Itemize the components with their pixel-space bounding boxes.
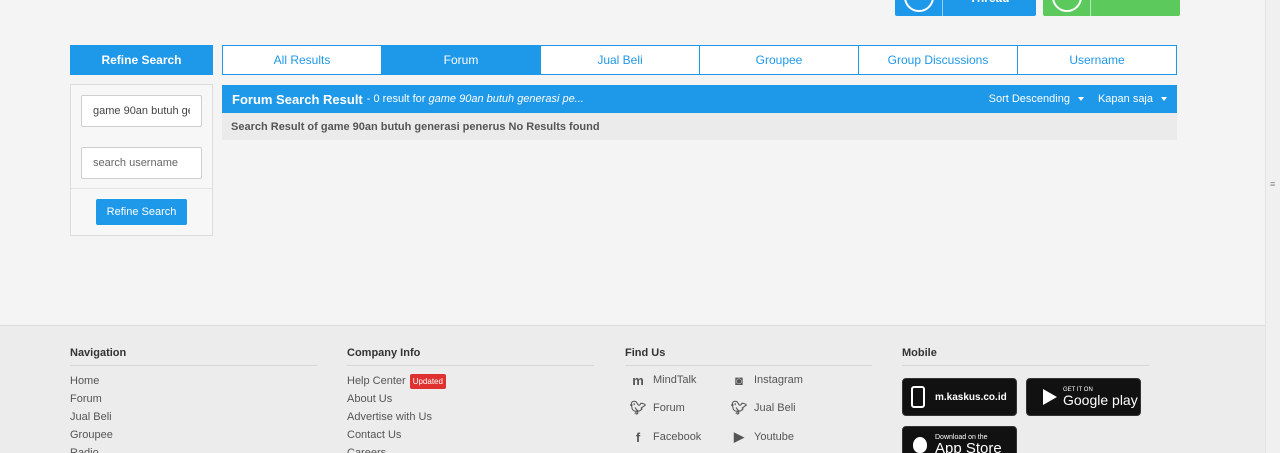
grip-icon: ≡ <box>1270 179 1276 189</box>
pencil-icon <box>895 0 943 16</box>
footer-link-contact-us[interactable]: Contact Us <box>347 426 594 444</box>
time-dropdown[interactable]: Kapan saja <box>1098 93 1167 105</box>
footer-company-title: Company Info <box>347 347 594 366</box>
tab-forum[interactable]: Forum <box>382 46 541 74</box>
tab-jual-beli[interactable]: Jual Beli <box>541 46 700 74</box>
facebook-icon: f <box>635 429 641 445</box>
result-query: game 90an butuh generasi pe... <box>428 93 584 105</box>
footer-link-careers[interactable]: Careers <box>347 444 594 453</box>
result-title: Forum Search Result <box>232 91 363 107</box>
social-twitter-jual-beli[interactable]: 🐦︎ Jual Beli <box>730 400 796 416</box>
updated-badge: Updated <box>409 373 446 389</box>
social-instagram[interactable]: ◙ Instagram <box>730 372 803 388</box>
play-store-icon <box>1043 389 1057 405</box>
footer-mobile-title: Mobile <box>902 347 1149 366</box>
tab-all-results[interactable]: All Results <box>223 46 382 74</box>
sort-dropdown[interactable]: Sort Descending <box>989 93 1084 105</box>
footer-link-advertise[interactable]: Advertise with Us <box>347 408 594 426</box>
search-query-input[interactable] <box>81 95 202 127</box>
footer-navigation: Navigation Home Forum Jual Beli Groupee … <box>70 347 317 453</box>
footer-navigation-title: Navigation <box>70 347 317 366</box>
instagram-icon: ◙ <box>735 372 743 388</box>
twitter-icon: 🐦︎ <box>730 400 748 415</box>
refine-search-button[interactable]: Refine Search <box>96 199 187 225</box>
twitter-icon: 🐦︎ <box>629 400 647 415</box>
footer-find-us: Find Us m MindTalk ◙ Instagram 🐦︎ Forum 🐦︎ J… <box>625 347 872 453</box>
result-header: Forum Search Result - 0 result for game … <box>222 85 1177 113</box>
tab-groupee[interactable]: Groupee <box>700 46 859 74</box>
social-twitter-forum[interactable]: 🐦︎ Forum <box>629 400 685 416</box>
footer-find-us-title: Find Us <box>625 347 872 366</box>
no-results-message: Search Result of game 90an butuh generas… <box>222 113 1177 140</box>
create-thread-button[interactable]: Thread <box>895 0 1036 16</box>
create-thread-label: Thread <box>943 0 1036 16</box>
footer-link-radio[interactable]: Radio <box>70 444 317 453</box>
footer: Navigation Home Forum Jual Beli Groupee … <box>0 325 1265 453</box>
search-tabs: All Results Forum Jual Beli Groupee Grou… <box>222 45 1177 75</box>
scrollbar[interactable]: ≡ <box>1265 0 1280 453</box>
social-youtube[interactable]: ▶ Youtube <box>730 429 794 445</box>
apple-icon <box>913 437 927 453</box>
footer-link-help-center[interactable]: Help Center Updated <box>347 372 594 390</box>
mkaskus-button[interactable]: m.kaskus.co.id <box>902 378 1017 416</box>
green-action-label <box>1091 0 1180 16</box>
social-facebook[interactable]: f Facebook <box>629 429 701 445</box>
tab-username[interactable]: Username <box>1018 46 1176 74</box>
youtube-icon: ▶ <box>734 429 744 444</box>
google-play-button[interactable]: GET IT ON Google play <box>1026 378 1141 416</box>
refine-search-panel: Refine Search <box>70 84 213 236</box>
refine-search-header: Refine Search <box>70 45 213 75</box>
footer-link-home[interactable]: Home <box>70 372 317 390</box>
social-mindtalk[interactable]: m MindTalk <box>629 372 696 388</box>
divider <box>71 188 212 189</box>
phone-icon <box>911 386 925 408</box>
footer-company: Company Info Help Center Updated About Us… <box>347 347 594 453</box>
chevron-down-icon <box>1077 97 1084 102</box>
footer-link-about-us[interactable]: About Us <box>347 390 594 408</box>
footer-link-jual-beli[interactable]: Jual Beli <box>70 408 317 426</box>
footer-link-groupee[interactable]: Groupee <box>70 426 317 444</box>
plus-icon <box>1043 0 1091 16</box>
green-action-button[interactable] <box>1043 0 1180 16</box>
footer-mobile: Mobile m.kaskus.co.id GET IT ON Google p… <box>902 347 1149 453</box>
chevron-down-icon <box>1161 97 1167 102</box>
app-store-button[interactable]: Download on the App Store <box>902 426 1017 453</box>
footer-link-forum[interactable]: Forum <box>70 390 317 408</box>
mindtalk-icon: m <box>632 372 644 388</box>
result-count: - 0 result for game 90an butuh generasi … <box>366 93 584 105</box>
search-username-input[interactable] <box>81 147 202 179</box>
tab-group-discussions[interactable]: Group Discussions <box>859 46 1018 74</box>
